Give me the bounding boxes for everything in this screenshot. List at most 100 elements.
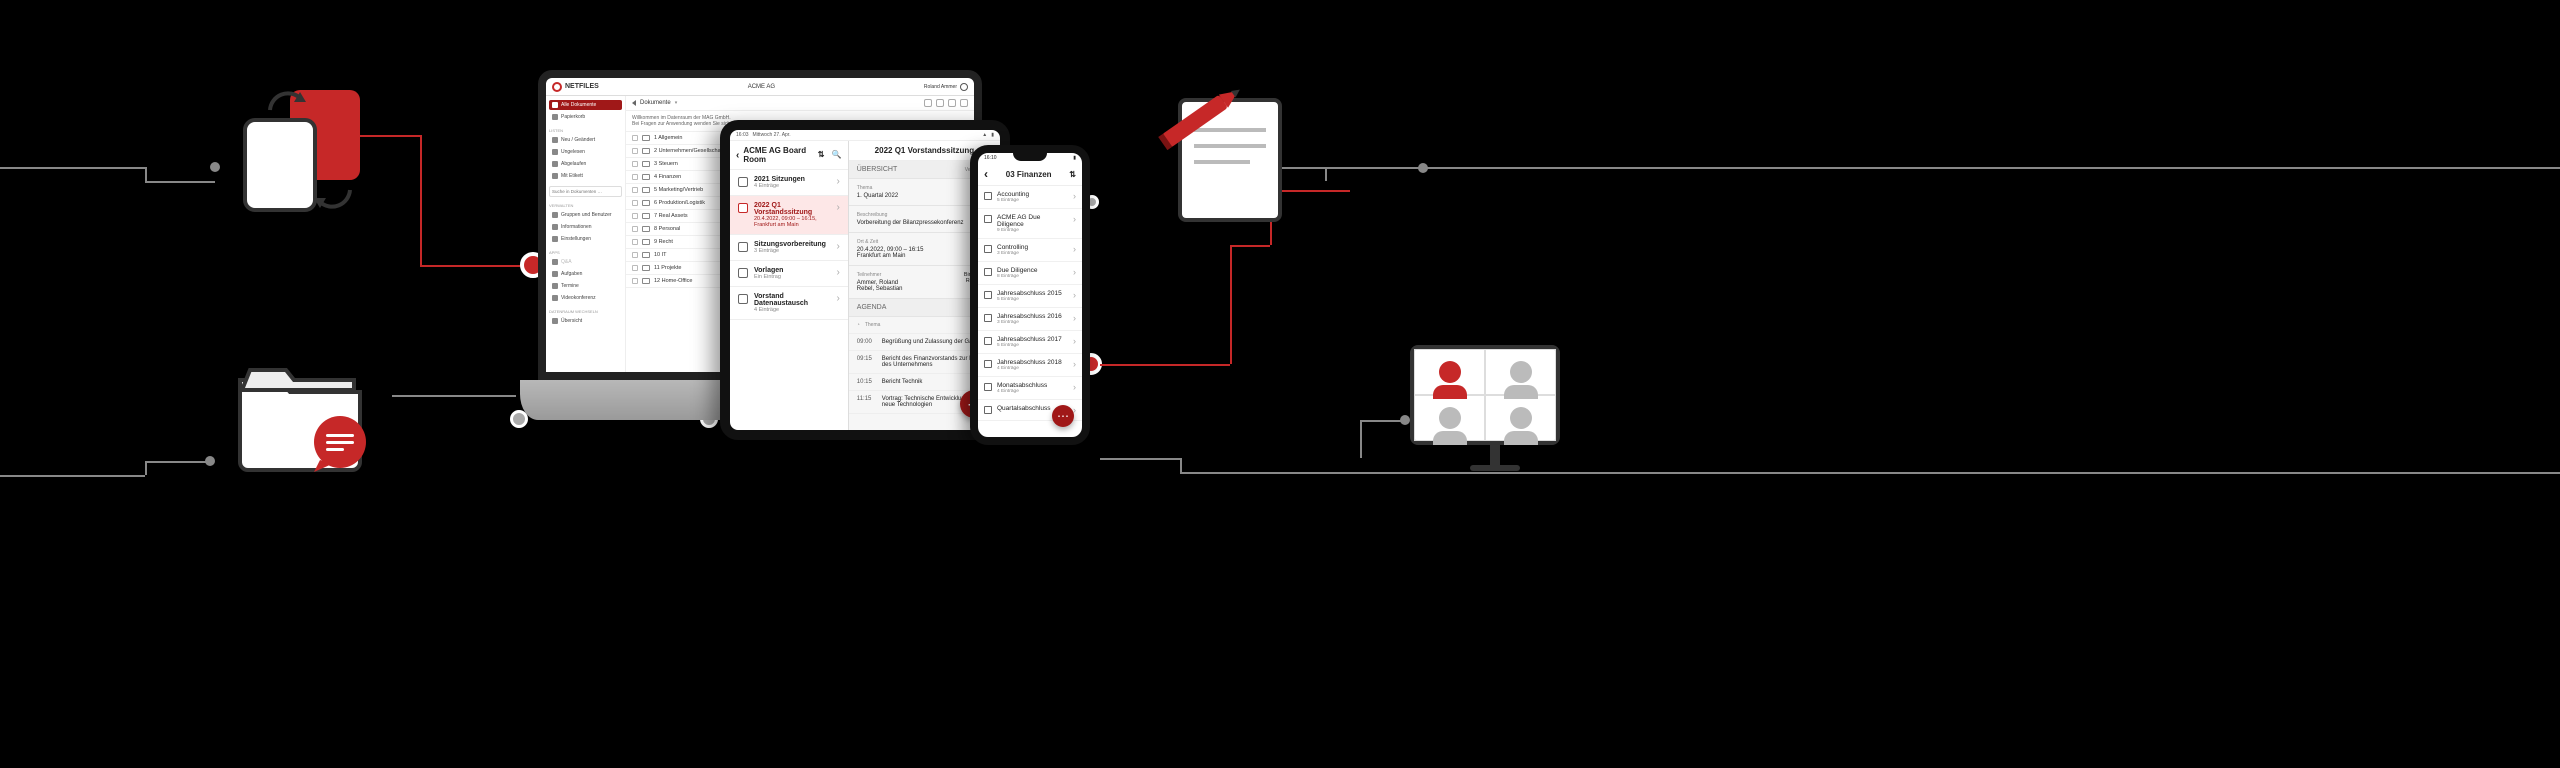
wifi-icon: ▲ bbox=[982, 132, 987, 138]
overview-label: ÜBERSICHT bbox=[857, 166, 897, 173]
folder-icon bbox=[984, 314, 992, 322]
chevron-right-icon bbox=[1073, 313, 1076, 325]
sidebar-item[interactable]: Termine bbox=[549, 281, 622, 291]
sidebar-item-label: Alle Dokumente bbox=[561, 102, 596, 108]
checkbox[interactable] bbox=[632, 161, 638, 167]
item-title: Monatsabschluss bbox=[997, 382, 1068, 389]
phone-list-item[interactable]: Accounting5 Einträge bbox=[978, 186, 1082, 209]
sidebar-item[interactable]: Übersicht bbox=[549, 316, 622, 326]
checkbox[interactable] bbox=[632, 174, 638, 180]
folder-icon bbox=[642, 174, 650, 180]
phone-list-item[interactable]: Jahresabschluss 20163 Einträge bbox=[978, 308, 1082, 331]
phone-list-item[interactable]: Jahresabschluss 20184 Einträge bbox=[978, 354, 1082, 377]
checkbox[interactable] bbox=[632, 213, 638, 219]
master-title: ACME AG Board Room bbox=[743, 146, 813, 164]
sort-icon[interactable] bbox=[818, 150, 828, 160]
sort-icon[interactable]: ⇅ bbox=[1069, 170, 1076, 179]
master-list-item[interactable]: 2021 Sitzungen4 Einträge bbox=[730, 170, 848, 196]
checkbox[interactable] bbox=[632, 187, 638, 193]
item-subtitle: 4 Einträge bbox=[997, 389, 1068, 394]
chevron-right-icon bbox=[836, 293, 839, 313]
phone-header: 03 Finanzen ⇅ bbox=[978, 163, 1082, 186]
back-icon[interactable]: ‹ bbox=[736, 150, 739, 161]
folder-name: 5 Marketing/Vertrieb bbox=[654, 187, 703, 193]
sidebar-item-label: Abgelaufen bbox=[561, 161, 586, 167]
sidebar-item[interactable]: Aufgaben bbox=[549, 269, 622, 279]
chevron-right-icon bbox=[1073, 336, 1076, 348]
search-icon[interactable] bbox=[832, 150, 842, 160]
folder-icon bbox=[642, 148, 650, 154]
brand: NETFILES bbox=[552, 82, 599, 92]
user-menu[interactable]: Roland Ammer bbox=[924, 83, 968, 91]
sidebar-item[interactable]: Einstellungen bbox=[549, 234, 622, 244]
phone-list-item[interactable]: Controlling3 Einträge bbox=[978, 239, 1082, 262]
item-title: Jahresabschluss 2016 bbox=[997, 313, 1068, 320]
chevron-right-icon bbox=[1073, 359, 1076, 371]
sidebar-section-label: LISTEN bbox=[549, 128, 622, 133]
content-toolbar: Dokumente ▾ bbox=[626, 96, 974, 111]
sidebar-item[interactable]: Ungelesen bbox=[549, 147, 622, 157]
folder-icon bbox=[642, 265, 650, 271]
checkbox[interactable] bbox=[632, 252, 638, 258]
item-title: Sitzungsvorbereitung bbox=[754, 241, 830, 248]
phone-list-item[interactable]: Monatsabschluss4 Einträge bbox=[978, 377, 1082, 400]
phone-list-item[interactable]: Jahresabschluss 20155 Einträge bbox=[978, 285, 1082, 308]
sidebar-item[interactable]: Q&A bbox=[549, 257, 622, 267]
document-sync-icon bbox=[220, 80, 400, 230]
sort-icon[interactable] bbox=[936, 99, 944, 107]
item-title: Vorstand Datenaustausch bbox=[754, 293, 830, 307]
back-icon[interactable] bbox=[632, 100, 636, 106]
agenda-time: 09:15 bbox=[857, 356, 877, 368]
item-title: Jahresabschluss 2018 bbox=[997, 359, 1068, 366]
avatar-icon bbox=[1439, 407, 1461, 429]
checkbox[interactable] bbox=[632, 265, 638, 271]
view-toggle-icon[interactable] bbox=[924, 99, 932, 107]
master-list-item[interactable]: 2022 Q1 Vorstandssitzung20.4.2022, 09:00… bbox=[730, 196, 848, 235]
agenda-col-thema: Thema bbox=[865, 322, 881, 328]
sidebar-item[interactable]: Abgelaufen bbox=[549, 159, 622, 169]
master-list-item[interactable]: Sitzungsvorbereitung3 Einträge bbox=[730, 235, 848, 261]
gear-icon[interactable] bbox=[960, 83, 968, 91]
agenda-time: 10:15 bbox=[857, 379, 877, 385]
phone-list-item[interactable]: Jahresabschluss 20175 Einträge bbox=[978, 331, 1082, 354]
calendar-icon bbox=[738, 203, 748, 213]
checkbox[interactable] bbox=[632, 148, 638, 154]
sidebar-item[interactable]: Informationen bbox=[549, 222, 622, 232]
back-icon[interactable] bbox=[984, 167, 988, 181]
phone-list-item[interactable]: ACME AG Due Diligence9 Einträge bbox=[978, 209, 1082, 239]
sidebar-section-label: DATENRAUM WECHSELN bbox=[549, 309, 622, 314]
search-icon[interactable] bbox=[948, 99, 956, 107]
sidebar-item-icon bbox=[552, 295, 558, 301]
sidebar-item[interactable]: Mit Etikett bbox=[549, 171, 622, 181]
folder-chat-icon bbox=[220, 330, 400, 480]
master-list-item[interactable]: Vorstand Datenaustausch4 Einträge bbox=[730, 287, 848, 320]
folder-name: 6 Produktion/Logistik bbox=[654, 200, 705, 206]
status-time: 16:03 bbox=[736, 132, 749, 138]
checkbox[interactable] bbox=[632, 239, 638, 245]
phone-list-item[interactable]: Due Diligence8 Einträge bbox=[978, 262, 1082, 285]
folder-icon bbox=[738, 177, 748, 187]
sidebar-item-icon bbox=[552, 149, 558, 155]
sidebar-search-input[interactable] bbox=[549, 186, 622, 197]
sidebar-item[interactable]: Alle Dokumente bbox=[549, 100, 622, 110]
checkbox[interactable] bbox=[632, 135, 638, 141]
checkbox[interactable] bbox=[632, 278, 638, 284]
chevron-right-icon bbox=[836, 267, 839, 280]
fab-button[interactable]: ⋯ bbox=[1052, 405, 1074, 427]
agenda-topic: Begrüßung und Zulassung der Gäste bbox=[882, 339, 981, 345]
sidebar-item[interactable]: Papierkorb bbox=[549, 112, 622, 122]
chevron-right-icon bbox=[1073, 191, 1076, 203]
sidebar-item[interactable]: Neu / Geändert bbox=[549, 135, 622, 145]
sidebar-item[interactable]: Videokonferenz bbox=[549, 293, 622, 303]
checkbox[interactable] bbox=[632, 226, 638, 232]
chevron-right-icon bbox=[836, 176, 839, 189]
tenant-name[interactable]: ACME AG bbox=[599, 84, 924, 90]
avatar-icon bbox=[1439, 361, 1461, 383]
checkbox[interactable] bbox=[632, 200, 638, 206]
more-icon[interactable] bbox=[960, 99, 968, 107]
master-list-item[interactable]: VorlagenEin Eintrag bbox=[730, 261, 848, 287]
sidebar-item[interactable]: Gruppen und Benutzer bbox=[549, 210, 622, 220]
folder-icon bbox=[984, 360, 992, 368]
breadcrumb[interactable]: Dokumente bbox=[640, 100, 671, 106]
folder-icon bbox=[642, 187, 650, 193]
